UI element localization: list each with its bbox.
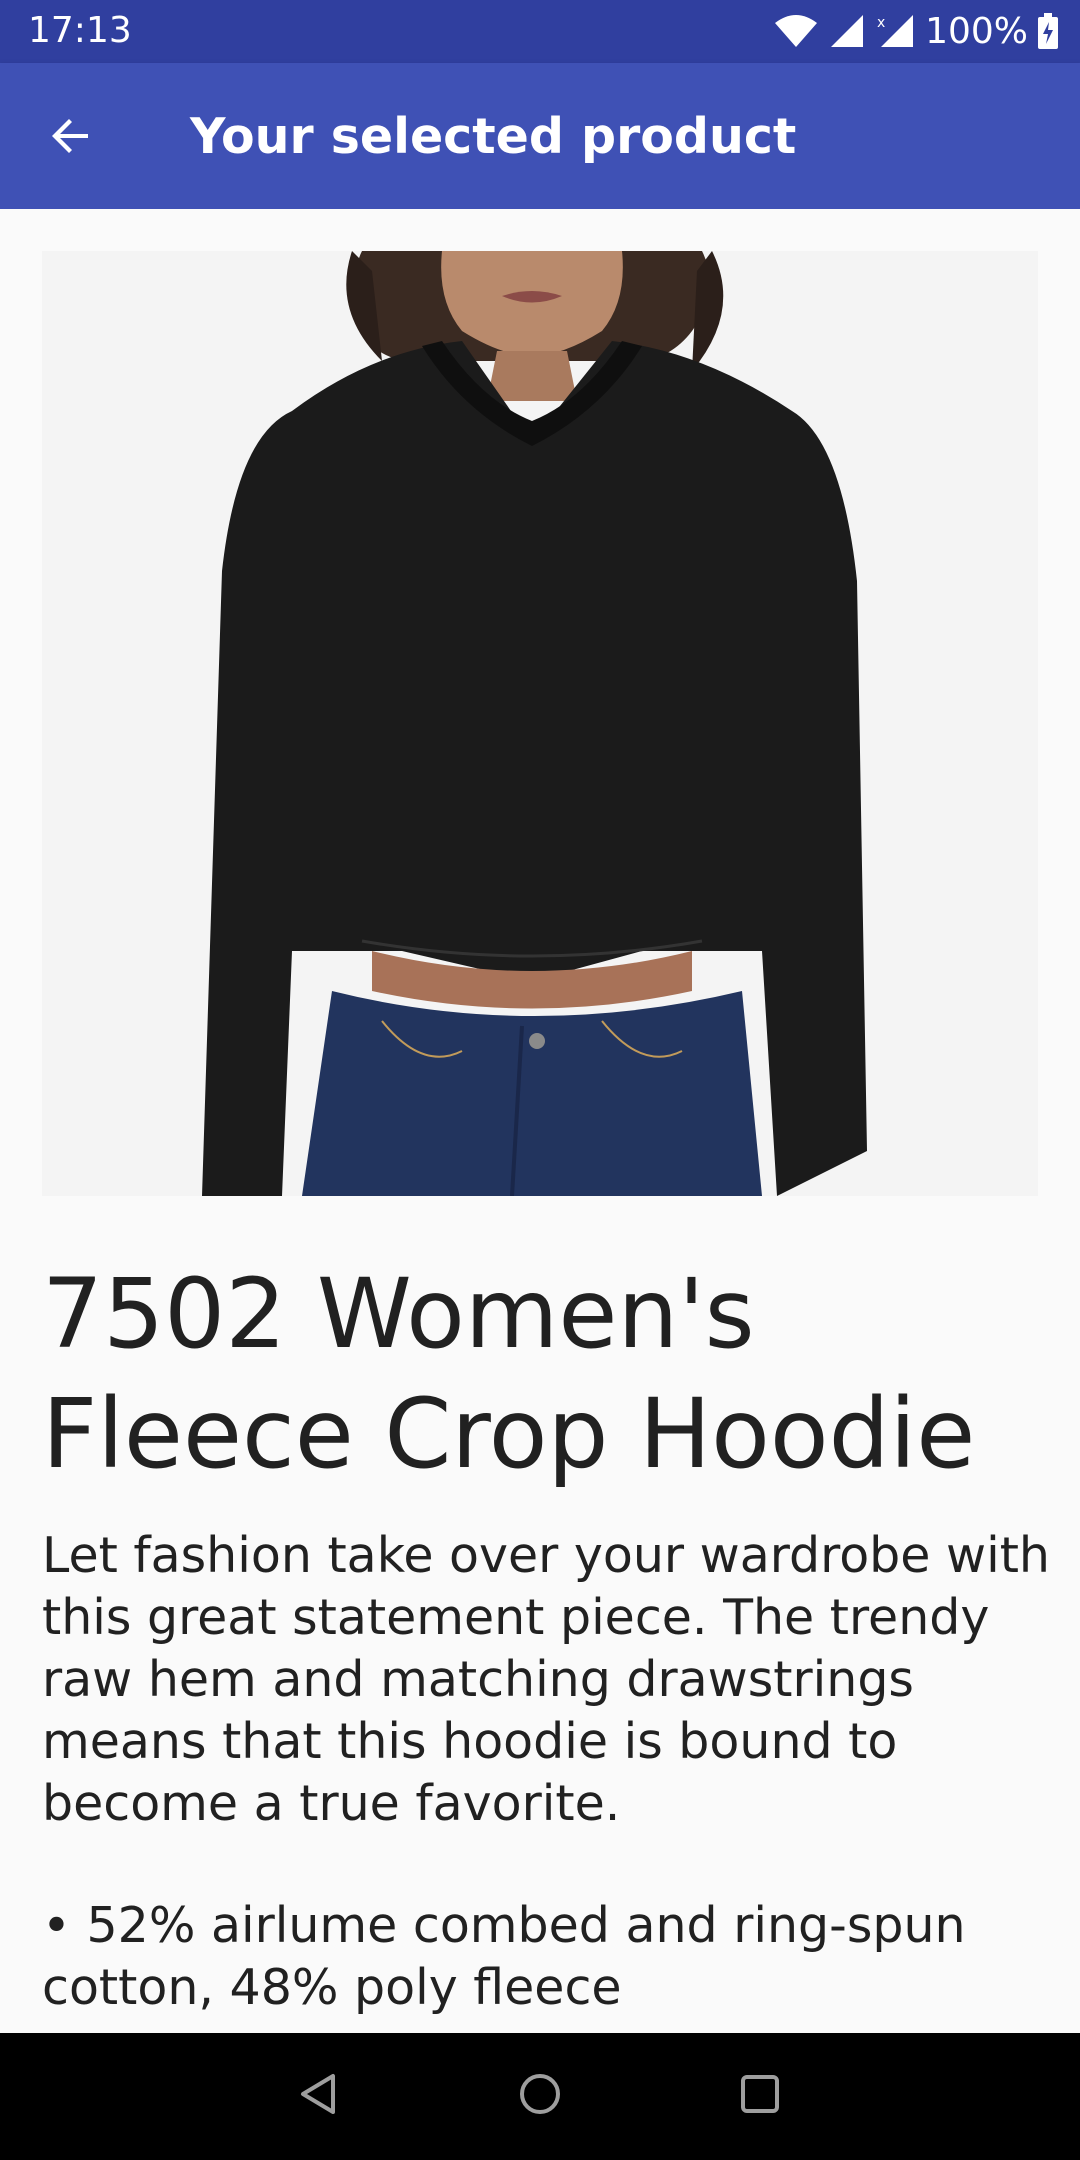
signal-icon bbox=[829, 13, 865, 49]
status-bar: 17:13 x 100% bbox=[0, 0, 1080, 63]
status-icons: x 100% bbox=[773, 8, 1058, 54]
nav-home-button[interactable] bbox=[505, 2061, 575, 2131]
status-time: 17:13 bbox=[28, 10, 132, 51]
product-detail[interactable]: 7502 Women's Fleece Crop Hoodie Let fash… bbox=[0, 209, 1080, 2033]
page-title: Your selected product bbox=[190, 108, 797, 165]
home-circle-icon bbox=[518, 2072, 562, 2120]
signal-x-icon: x bbox=[875, 13, 915, 49]
nav-recents-button[interactable] bbox=[725, 2061, 795, 2131]
product-feature-bullet: • 52% airlume combed and ring-spun cotto… bbox=[42, 1897, 966, 2016]
battery-percent: 100% bbox=[925, 10, 1028, 52]
back-triangle-icon bbox=[297, 2072, 341, 2120]
battery-icon bbox=[1038, 13, 1058, 49]
wifi-icon bbox=[773, 13, 819, 49]
back-button[interactable] bbox=[30, 98, 110, 178]
arrow-left-icon bbox=[46, 112, 94, 164]
product-name: 7502 Women's Fleece Crop Hoodie bbox=[42, 1258, 976, 1490]
recents-square-icon bbox=[738, 2072, 782, 2120]
svg-text:x: x bbox=[877, 15, 885, 31]
app-bar: Your selected product bbox=[0, 63, 1080, 209]
nav-back-button[interactable] bbox=[284, 2061, 354, 2131]
product-description: Let fashion take over your wardrobe with… bbox=[42, 1527, 1050, 1832]
system-nav-bar bbox=[0, 2033, 1080, 2160]
product-photo bbox=[42, 251, 1038, 1196]
